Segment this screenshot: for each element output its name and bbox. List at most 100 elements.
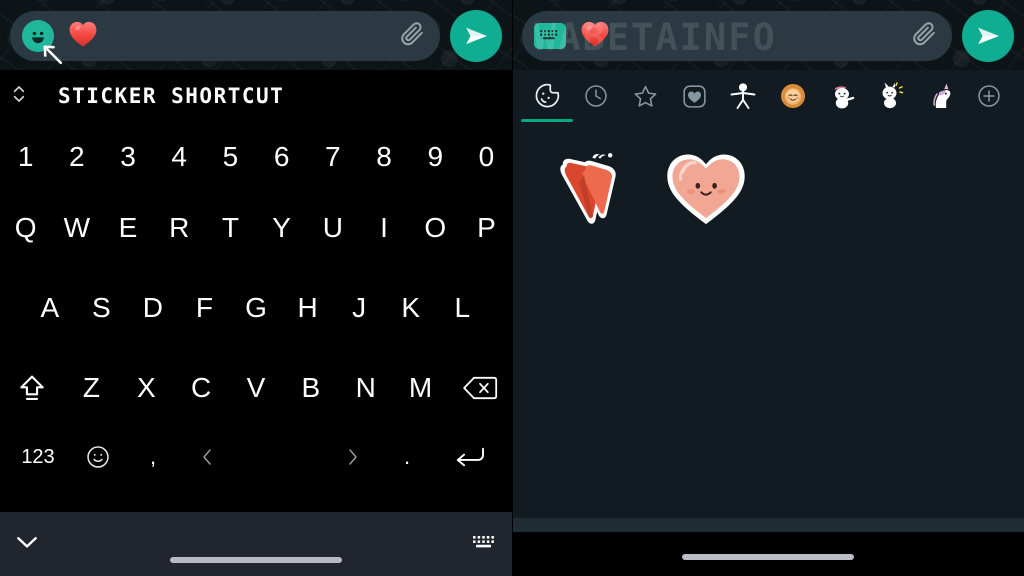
shift-key[interactable] <box>0 348 64 428</box>
key-v[interactable]: V <box>229 348 284 428</box>
smiling-heart-sticker <box>667 154 745 225</box>
sticker-tab-recents[interactable] <box>571 70 620 122</box>
next-key[interactable] <box>326 428 380 486</box>
keyboard-row-home: A S D F G H J K L <box>0 268 512 348</box>
sticker-shortcut-label: STICKER SHORTCUT <box>58 84 285 108</box>
home-indicator-left[interactable] <box>170 557 342 563</box>
sticker-results-grid <box>512 122 1024 518</box>
key-y[interactable]: Y <box>256 188 307 268</box>
key-3[interactable]: 3 <box>102 126 153 188</box>
sticker-tab-add-pack[interactable] <box>965 70 1014 122</box>
key-2[interactable]: 2 <box>51 126 102 188</box>
paperclip-icon <box>913 21 935 45</box>
key-a[interactable]: A <box>24 268 76 348</box>
unicorn-sticker-icon <box>933 83 951 108</box>
heart-icon <box>581 21 609 47</box>
key-e[interactable]: E <box>102 188 153 268</box>
shift-arrow-icon <box>20 375 44 400</box>
chevron-left-icon <box>203 449 211 465</box>
red-heart-emoji-left <box>68 20 98 52</box>
sticker-tab-hearts-pack[interactable] <box>670 70 719 122</box>
emoji-key[interactable] <box>70 428 126 486</box>
attach-paperclip-button-right[interactable] <box>910 20 938 53</box>
key-n[interactable]: N <box>338 348 393 428</box>
key-c[interactable]: C <box>174 348 229 428</box>
comma-key[interactable]: , <box>126 428 180 486</box>
sticker-shortcut-bar[interactable]: STICKER SHORTCUT <box>0 70 512 122</box>
sticker-tab-lion-pack[interactable] <box>768 70 817 122</box>
key-q[interactable]: Q <box>0 188 51 268</box>
send-button-right[interactable] <box>962 10 1014 62</box>
keyboard-row-top: Q W E R T Y U I O P <box>0 188 512 268</box>
key-9[interactable]: 9 <box>410 126 461 188</box>
bunny-sticker-icon <box>882 82 904 109</box>
key-4[interactable]: 4 <box>154 126 205 188</box>
sticker-face-icon <box>535 83 559 108</box>
right-panel-sticker-picker: WABETAINFO <box>512 0 1024 576</box>
screenshot-stage: STICKER SHORTCUT 1 2 3 4 5 6 7 8 9 0 Q W… <box>0 0 1024 576</box>
lion-sticker-icon <box>780 84 805 108</box>
folded-paper-heart-sticker <box>560 153 616 224</box>
key-g[interactable]: G <box>230 268 282 348</box>
virtual-keyboard: STICKER SHORTCUT 1 2 3 4 5 6 7 8 9 0 Q W… <box>0 70 512 512</box>
key-u[interactable]: U <box>307 188 358 268</box>
sticker-tab-all[interactable] <box>520 70 573 122</box>
key-t[interactable]: T <box>205 188 256 268</box>
message-input-left[interactable] <box>10 11 440 61</box>
keyboard-toggle-button[interactable] <box>534 23 566 49</box>
key-6[interactable]: 6 <box>256 126 307 188</box>
message-input-right[interactable] <box>522 11 952 61</box>
sticker-tab-favorites[interactable] <box>620 70 669 122</box>
sticker-tab-bunny-pack[interactable] <box>866 70 915 122</box>
keyboard-row-numbers: 1 2 3 4 5 6 7 8 9 0 <box>0 126 512 188</box>
numeric-mode-key[interactable]: 123 <box>6 428 70 486</box>
keyboard-function-row: 123 , . <box>0 428 512 486</box>
prev-key[interactable] <box>180 428 234 486</box>
keyboard-icon <box>473 536 494 548</box>
key-1[interactable]: 1 <box>0 126 51 188</box>
sticker-item-smiling-heart[interactable] <box>652 140 760 236</box>
key-d[interactable]: D <box>127 268 179 348</box>
key-5[interactable]: 5 <box>205 126 256 188</box>
key-0[interactable]: 0 <box>461 126 512 188</box>
send-paper-plane-icon <box>466 27 487 45</box>
key-h[interactable]: H <box>282 268 334 348</box>
period-key[interactable]: . <box>380 428 434 486</box>
sticker-item-folded-paper-heart[interactable] <box>534 140 642 236</box>
key-z[interactable]: Z <box>64 348 119 428</box>
key-8[interactable]: 8 <box>358 126 409 188</box>
keyboard-switch-button[interactable] <box>472 534 498 559</box>
key-b[interactable]: B <box>283 348 338 428</box>
keyboard-rows: 1 2 3 4 5 6 7 8 9 0 Q W E R T Y U I O P … <box>0 122 512 486</box>
key-o[interactable]: O <box>410 188 461 268</box>
sticker-tab-cat-pack[interactable] <box>817 70 866 122</box>
key-x[interactable]: X <box>119 348 174 428</box>
backspace-key[interactable] <box>448 348 512 428</box>
attach-paperclip-button[interactable] <box>398 20 426 53</box>
stick-figure-icon <box>730 83 756 109</box>
key-s[interactable]: S <box>76 268 128 348</box>
key-i[interactable]: I <box>358 188 409 268</box>
system-nav-left <box>0 512 512 576</box>
sticker-tab-unicorn-pack[interactable] <box>916 70 965 122</box>
space-key[interactable] <box>234 428 326 486</box>
panel-divider <box>512 0 513 576</box>
sticker-tab-stickman-pack[interactable] <box>719 70 768 122</box>
key-k[interactable]: K <box>385 268 437 348</box>
send-button-left[interactable] <box>450 10 502 62</box>
key-w[interactable]: W <box>51 188 102 268</box>
chevron-right-icon <box>349 449 357 465</box>
key-l[interactable]: L <box>437 268 489 348</box>
composer-area-right: WABETAINFO <box>512 0 1024 70</box>
key-f[interactable]: F <box>179 268 231 348</box>
hide-keyboard-button[interactable] <box>14 532 40 557</box>
key-m[interactable]: M <box>393 348 448 428</box>
key-j[interactable]: J <box>333 268 385 348</box>
home-indicator-right[interactable] <box>682 554 854 560</box>
key-r[interactable]: R <box>154 188 205 268</box>
key-7[interactable]: 7 <box>307 126 358 188</box>
chevron-up-down-icon[interactable] <box>10 81 28 112</box>
key-p[interactable]: P <box>461 188 512 268</box>
enter-key[interactable] <box>434 428 506 486</box>
plus-circle-icon <box>978 85 1001 107</box>
